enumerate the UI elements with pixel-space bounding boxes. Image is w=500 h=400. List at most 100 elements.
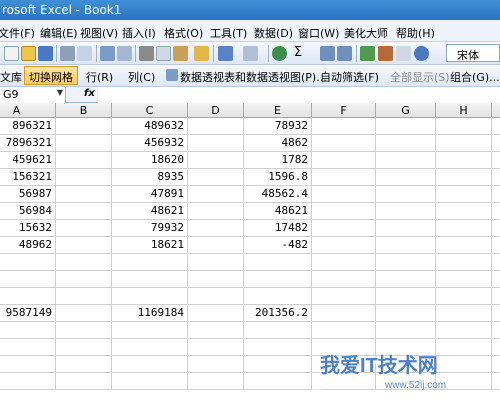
cell-e12[interactable]: 201356.2 [244, 305, 312, 322]
group-button[interactable]: 组合(G)... [450, 69, 500, 85]
print-preview-icon[interactable] [77, 46, 92, 61]
cell-f2[interactable] [312, 135, 376, 152]
cell-e8[interactable]: -482 [244, 237, 312, 254]
cell-c13[interactable] [112, 322, 188, 339]
hyperlink-icon[interactable] [272, 46, 287, 61]
cell-g7[interactable] [376, 220, 436, 237]
menu-edit[interactable]: 编辑(E) [40, 25, 78, 41]
fx-icon[interactable]: fx [84, 88, 95, 99]
cell-g3[interactable] [376, 152, 436, 169]
cell-h7[interactable] [436, 220, 492, 237]
cell-e10[interactable] [244, 271, 312, 288]
cell-i6[interactable] [492, 203, 500, 220]
cell-c8[interactable]: 18621 [112, 237, 188, 254]
cell-g5[interactable] [376, 186, 436, 203]
cut-icon[interactable] [139, 46, 154, 61]
cell-h11[interactable] [436, 288, 492, 305]
cell-b13[interactable] [56, 322, 112, 339]
cell-h5[interactable] [436, 186, 492, 203]
redo-icon[interactable] [243, 46, 258, 61]
cell-d6[interactable] [188, 203, 244, 220]
font-name-select[interactable]: 宋体 [446, 44, 500, 62]
cell-i1[interactable] [492, 118, 500, 135]
cell-b15[interactable] [56, 356, 112, 373]
cell-d15[interactable] [188, 356, 244, 373]
cell-a16[interactable] [0, 373, 56, 390]
cell-a15[interactable] [0, 356, 56, 373]
help-icon[interactable] [414, 46, 429, 61]
cell-g4[interactable] [376, 169, 436, 186]
cell-f6[interactable] [312, 203, 376, 220]
cell-e6[interactable]: 48621 [244, 203, 312, 220]
cell-c15[interactable] [112, 356, 188, 373]
cell-e2[interactable]: 4862 [244, 135, 312, 152]
cell-b6[interactable] [56, 203, 112, 220]
chevron-down-icon[interactable]: ▼ [57, 88, 63, 97]
cell-d1[interactable] [188, 118, 244, 135]
cell-f4[interactable] [312, 169, 376, 186]
cell-h6[interactable] [436, 203, 492, 220]
cell-a10[interactable] [0, 271, 56, 288]
auto-filter-button[interactable]: 自动筛选(F) [320, 69, 379, 85]
cell-c4[interactable]: 8935 [112, 169, 188, 186]
cell-f3[interactable] [312, 152, 376, 169]
cell-d8[interactable] [188, 237, 244, 254]
cell-b7[interactable] [56, 220, 112, 237]
column-header-d[interactable]: D [188, 103, 244, 118]
cell-d2[interactable] [188, 135, 244, 152]
cell-a5[interactable]: 56987 [0, 186, 56, 203]
toggle-grid-button[interactable]: 切换网格 [24, 66, 78, 85]
cell-b5[interactable] [56, 186, 112, 203]
cell-c16[interactable] [112, 373, 188, 390]
cell-d14[interactable] [188, 339, 244, 356]
column-button[interactable]: 列(C) [128, 69, 155, 85]
cell-d7[interactable] [188, 220, 244, 237]
cell-d4[interactable] [188, 169, 244, 186]
copy-icon[interactable] [156, 46, 171, 61]
cell-g12[interactable] [376, 305, 436, 322]
menu-format[interactable]: 格式(O) [164, 25, 203, 41]
menu-window[interactable]: 窗口(W) [298, 25, 339, 41]
cell-i10[interactable] [492, 271, 500, 288]
cell-g8[interactable] [376, 237, 436, 254]
cell-f12[interactable] [312, 305, 376, 322]
cell-d12[interactable] [188, 305, 244, 322]
cell-a4[interactable]: 156321 [0, 169, 56, 186]
column-header-c[interactable]: C [112, 103, 188, 118]
cell-d13[interactable] [188, 322, 244, 339]
zoom-icon[interactable] [396, 46, 411, 61]
cell-c11[interactable] [112, 288, 188, 305]
cell-f7[interactable] [312, 220, 376, 237]
cell-a8[interactable]: 48962 [0, 237, 56, 254]
cell-c6[interactable]: 48621 [112, 203, 188, 220]
menu-help[interactable]: 帮助(H) [396, 25, 435, 41]
cell-e7[interactable]: 17482 [244, 220, 312, 237]
cell-f10[interactable] [312, 271, 376, 288]
cell-a13[interactable] [0, 322, 56, 339]
sort-ascending-icon[interactable] [320, 46, 335, 61]
column-header-a[interactable]: A [0, 103, 56, 118]
cell-b12[interactable] [56, 305, 112, 322]
name-box[interactable]: G9 ▼ [0, 87, 66, 103]
cell-e5[interactable]: 48562.4 [244, 186, 312, 203]
cell-c12[interactable]: 1169184 [112, 305, 188, 322]
cell-i9[interactable] [492, 254, 500, 271]
cell-h10[interactable] [436, 271, 492, 288]
cell-c2[interactable]: 456932 [112, 135, 188, 152]
cell-a3[interactable]: 459621 [0, 152, 56, 169]
cell-a6[interactable]: 56984 [0, 203, 56, 220]
formula-input[interactable] [98, 87, 500, 103]
cell-h4[interactable] [436, 169, 492, 186]
paste-icon[interactable] [173, 46, 188, 61]
row-button[interactable]: 行(R) [86, 69, 113, 85]
cell-a1[interactable]: 896321 [0, 118, 56, 135]
cell-d10[interactable] [188, 271, 244, 288]
column-header-b[interactable]: B [56, 103, 112, 118]
save-icon[interactable] [38, 46, 53, 61]
cell-i12[interactable]: 10957689 [492, 305, 500, 322]
cell-g2[interactable] [376, 135, 436, 152]
cell-h9[interactable] [436, 254, 492, 271]
cell-i4[interactable] [492, 169, 500, 186]
cell-f11[interactable] [312, 288, 376, 305]
undo-icon[interactable] [218, 46, 233, 61]
